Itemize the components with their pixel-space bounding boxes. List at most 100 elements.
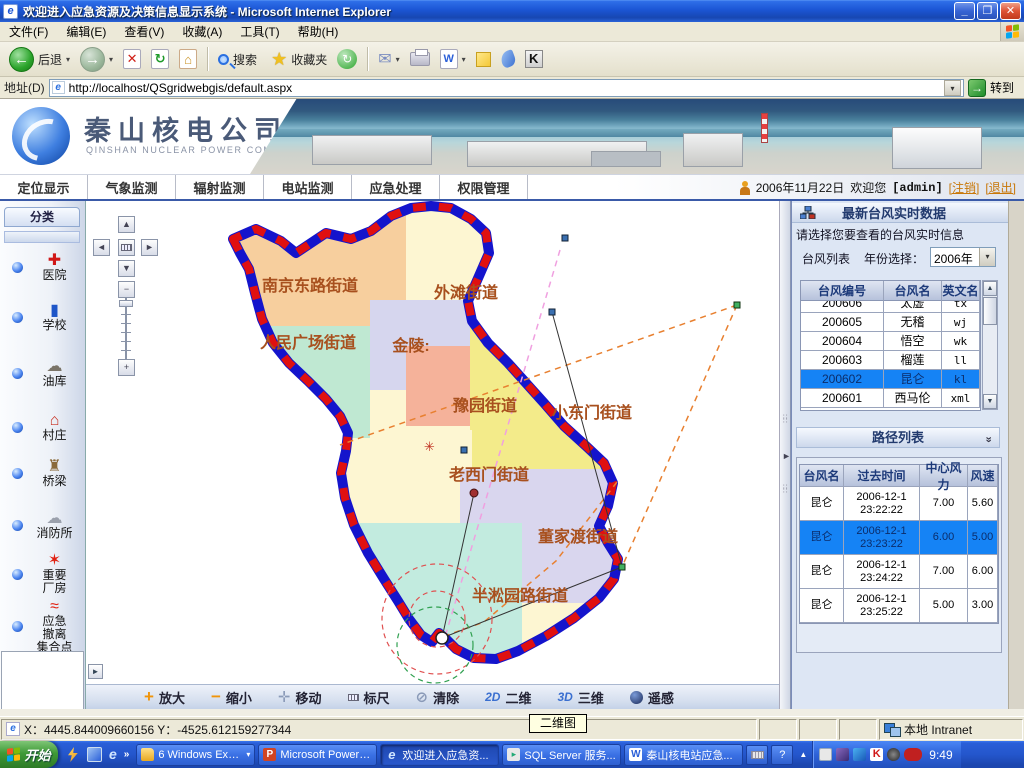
- tray-kaspersky-icon[interactable]: K: [870, 748, 883, 761]
- pan-left-button[interactable]: ◄: [93, 239, 110, 256]
- table-row[interactable]: 昆仑 2006-12-1 23:22:22 7.00 5.60: [800, 487, 998, 521]
- tab-permission-manage[interactable]: 权限管理: [440, 175, 528, 200]
- logout-link[interactable]: [注销]: [949, 179, 980, 196]
- point-blue-3[interactable]: [461, 447, 467, 453]
- restore-button[interactable]: ❐: [977, 2, 998, 20]
- menu-favorites[interactable]: 收藏(A): [173, 21, 231, 42]
- menu-view[interactable]: 查看(V): [115, 21, 173, 42]
- task-sql-server[interactable]: ▸ SQL Server 服务...: [502, 744, 621, 766]
- table-row[interactable]: 200606 太虚 tx: [801, 301, 980, 313]
- tray-ati-icon[interactable]: [904, 748, 922, 761]
- search-button[interactable]: 搜索: [213, 49, 262, 70]
- tray-grid-icon[interactable]: [853, 748, 866, 761]
- map-2d-tool[interactable]: 2D 二维: [485, 688, 531, 707]
- menu-help[interactable]: 帮助(H): [289, 21, 348, 42]
- map-pan-tool[interactable]: ✛ 移动: [278, 688, 322, 707]
- sidebar-item-bridge[interactable]: ♜ 桥梁: [0, 459, 86, 488]
- discuss-button[interactable]: [471, 50, 496, 69]
- map-zoom-out-tool[interactable]: − 缩小: [211, 687, 252, 707]
- task-ie-current[interactable]: e 欢迎进入应急资...: [380, 744, 499, 766]
- col-typhoon-name[interactable]: 台风名: [884, 281, 942, 301]
- address-dropdown-button[interactable]: ▾: [944, 80, 961, 96]
- panel-splitter[interactable]: ∷∷ ► ∷∷: [779, 201, 791, 709]
- tray-network-icon[interactable]: [836, 748, 849, 761]
- word-dropdown-icon[interactable]: ▾: [462, 55, 466, 64]
- sidebar-item-hospital[interactable]: ✚ 医院: [0, 253, 86, 282]
- forward-button[interactable]: → ▾: [75, 45, 118, 74]
- point-green-1[interactable]: [734, 302, 740, 308]
- task-word-doc[interactable]: W 秦山核电站应急...: [624, 744, 743, 766]
- messenger-button[interactable]: [496, 49, 520, 69]
- map-clear-tool[interactable]: ⊘ 清除: [416, 688, 460, 707]
- point-white-center[interactable]: [436, 632, 448, 644]
- col-name[interactable]: 台风名: [800, 465, 844, 487]
- table-row[interactable]: 200603 榴莲 ll: [801, 351, 980, 370]
- point-blue-1[interactable]: [562, 235, 568, 241]
- quicklaunch-ie-icon[interactable]: e: [109, 747, 117, 762]
- scrollbar-thumb[interactable]: [983, 297, 997, 325]
- table-row[interactable]: 200601 西马伦 xml: [801, 389, 980, 408]
- splitter-collapse-arrow[interactable]: ►: [782, 451, 791, 461]
- year-dropdown-icon[interactable]: ▾: [979, 248, 995, 266]
- path-list-bar[interactable]: 路径列表 »: [796, 427, 1000, 448]
- go-button[interactable]: → 转到: [968, 79, 1020, 97]
- tab-locate-display[interactable]: 定位显示: [0, 175, 88, 200]
- pan-center-button[interactable]: [118, 239, 135, 256]
- edit-word-button[interactable]: W ▾: [435, 47, 471, 71]
- table-row[interactable]: 200604 悟空 wk: [801, 332, 980, 351]
- quicklaunch-app-icon[interactable]: [65, 747, 80, 762]
- table-row[interactable]: 200605 无稽 wj: [801, 313, 980, 332]
- zoom-slider-handle[interactable]: [119, 300, 133, 307]
- task-windows-explorer-group[interactable]: 6 Windows Expl... ▾: [136, 744, 255, 766]
- tab-emergency-handle[interactable]: 应急处理: [352, 175, 440, 200]
- back-dropdown-icon[interactable]: ▾: [66, 55, 70, 64]
- show-desktop-icon[interactable]: [87, 747, 102, 762]
- zoom-out-button[interactable]: −: [118, 281, 135, 298]
- sidebar-header[interactable]: 分类: [4, 207, 80, 227]
- close-button[interactable]: ✕: [1000, 2, 1021, 20]
- table-row-selected[interactable]: 昆仑 2006-12-1 23:23:22 6.00 5.00: [800, 521, 998, 555]
- print-button[interactable]: [405, 50, 435, 68]
- col-typhoon-id[interactable]: 台风编号: [801, 281, 884, 301]
- map-zoom-in-tool[interactable]: + 放大: [144, 687, 185, 707]
- map-remote-sensing-tool[interactable]: 遥感: [630, 688, 674, 707]
- help-language-button[interactable]: ?: [771, 745, 793, 765]
- tab-radiation-monitor[interactable]: 辐射监测: [176, 175, 264, 200]
- sidebar-item-oil-depot[interactable]: ☁ 油库: [0, 359, 86, 388]
- col-past-time[interactable]: 过去时间: [844, 465, 920, 487]
- map-viewport[interactable]: ✳ 南京东路街道 外滩街道 人民广场街道 金陵: 豫园街道 小东门街道 老西门街…: [86, 201, 779, 684]
- quicklaunch-overflow-icon[interactable]: »: [124, 749, 130, 760]
- task-powerpoint[interactable]: P Microsoft PowerP...: [258, 744, 377, 766]
- history-button[interactable]: ↻: [332, 47, 362, 71]
- table-row[interactable]: 昆仑 2006-12-1 23:25:22 5.00 3.00: [800, 589, 998, 623]
- col-wind-speed[interactable]: 风速: [968, 465, 998, 487]
- sidebar-item-village[interactable]: ⌂ 村庄: [0, 413, 86, 442]
- antivirus-button[interactable]: K: [520, 48, 548, 70]
- scroll-up-icon[interactable]: ▲: [983, 281, 997, 296]
- sidebar-item-assembly-point[interactable]: ≈ 应急 撤离 集合点: [0, 599, 86, 654]
- col-center-wind[interactable]: 中心风力: [920, 465, 968, 487]
- mail-button[interactable]: ✉ ▾: [373, 47, 404, 71]
- table-row[interactable]: 昆仑 2006-12-1 23:24:22 7.00 6.00: [800, 555, 998, 589]
- point-darkred[interactable]: [470, 489, 478, 497]
- menu-file[interactable]: 文件(F): [0, 21, 57, 42]
- tray-expand-icon[interactable]: ▲: [799, 750, 807, 759]
- table-row-selected[interactable]: 200602 昆仑 kl: [801, 370, 980, 389]
- tab-station-monitor[interactable]: 电站监测: [264, 175, 352, 200]
- tray-sql-icon[interactable]: [819, 748, 832, 761]
- back-button[interactable]: ← 后退 ▾: [4, 45, 75, 74]
- collapse-chevron-icon[interactable]: »: [978, 436, 997, 442]
- tab-weather-monitor[interactable]: 气象监测: [88, 175, 176, 200]
- refresh-button[interactable]: ↻: [146, 47, 174, 71]
- tray-utility-icon[interactable]: [887, 748, 900, 761]
- typhoon-table-scrollbar[interactable]: ▲ ▼: [982, 280, 998, 410]
- year-select[interactable]: 2006年 ▾: [930, 247, 996, 267]
- typhoon-panel-header[interactable]: 最新台风实时数据: [792, 203, 1009, 223]
- minimize-button[interactable]: _: [954, 2, 975, 20]
- sidebar-item-important-plant[interactable]: ✶ 重要 厂房: [0, 553, 86, 595]
- exit-link[interactable]: [退出]: [985, 179, 1016, 196]
- scroll-down-icon[interactable]: ▼: [983, 394, 997, 409]
- point-blue-2[interactable]: [549, 309, 555, 315]
- mail-dropdown-icon[interactable]: ▾: [396, 55, 400, 64]
- sidebar-expand-button[interactable]: ►: [88, 664, 103, 679]
